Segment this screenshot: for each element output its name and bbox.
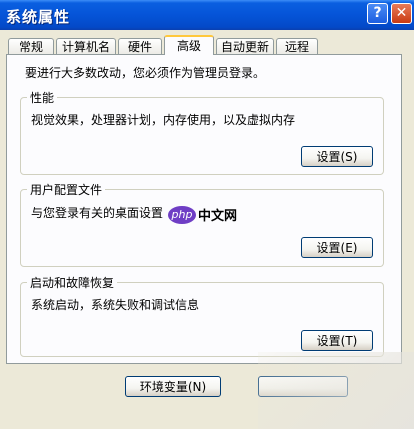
performance-group: 性能 视觉效果，处理器计划，内存使用，以及虚拟内存 设置(S) bbox=[20, 89, 384, 175]
user-profiles-group-title: 用户配置文件 bbox=[27, 181, 106, 198]
blurred-region bbox=[258, 352, 414, 429]
performance-group-title: 性能 bbox=[27, 89, 58, 106]
help-icon: ? bbox=[373, 5, 382, 21]
tab-auto-update[interactable]: 自动更新 bbox=[216, 38, 274, 54]
user-profiles-group: 用户配置文件 与您登录有关的桌面设置 设置(E) bbox=[20, 181, 384, 267]
window-title: 系统属性 bbox=[6, 8, 71, 26]
startup-recovery-description: 系统启动，系统失败和调试信息 bbox=[31, 298, 200, 312]
environment-variables-button[interactable]: 环境变量(N) bbox=[125, 376, 221, 397]
startup-recovery-group-title: 启动和故障恢复 bbox=[27, 274, 118, 291]
admin-notice: 要进行大多数改动，您必须作为管理员登录。 bbox=[25, 66, 266, 80]
tab-computer-name[interactable]: 计算机名 bbox=[56, 38, 116, 54]
user-profiles-settings-button[interactable]: 设置(E) bbox=[301, 237, 373, 258]
watermark-logo: php bbox=[168, 205, 196, 224]
tab-strip: 常规 计算机名 硬件 高级 自动更新 远程 bbox=[0, 32, 414, 55]
tab-advanced[interactable]: 高级 bbox=[164, 35, 214, 55]
title-bar[interactable]: 系统属性 ? ✕ bbox=[0, 0, 414, 30]
tab-remote[interactable]: 远程 bbox=[276, 38, 318, 54]
performance-settings-button[interactable]: 设置(S) bbox=[301, 146, 373, 167]
watermark-text: 中文网 bbox=[198, 209, 238, 224]
startup-recovery-settings-button[interactable]: 设置(T) bbox=[301, 330, 373, 351]
startup-recovery-group: 启动和故障恢复 系统启动，系统失败和调试信息 设置(T) bbox=[20, 274, 384, 357]
close-button[interactable]: ✕ bbox=[391, 3, 412, 24]
help-button[interactable]: ? bbox=[367, 3, 388, 24]
close-icon: ✕ bbox=[395, 5, 408, 21]
user-profiles-description: 与您登录有关的桌面设置 bbox=[31, 206, 164, 220]
tab-general[interactable]: 常规 bbox=[8, 38, 54, 54]
system-properties-window: 系统属性 ? ✕ 常规 计算机名 硬件 高级 自动更新 远程 要进行大多数改动，… bbox=[0, 0, 414, 429]
performance-description: 视觉效果，处理器计划，内存使用，以及虚拟内存 bbox=[31, 113, 296, 127]
watermark: php 中文网 bbox=[168, 205, 237, 224]
tab-hardware[interactable]: 硬件 bbox=[118, 38, 162, 54]
